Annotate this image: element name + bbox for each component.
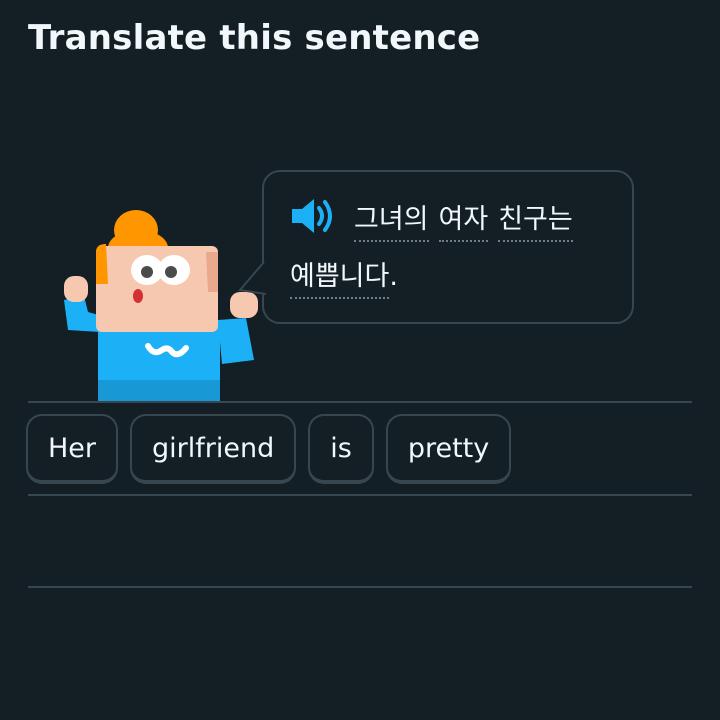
character-ear — [206, 252, 218, 292]
character-side-hair — [96, 244, 108, 284]
answer-line — [28, 586, 692, 588]
prompt-word[interactable]: 친구는 — [498, 197, 573, 242]
speech-bubble — [262, 170, 634, 324]
character-right-arm — [218, 318, 254, 364]
prompt-word[interactable]: 예쁩니다 — [290, 254, 390, 299]
answer-tiles: Her girlfriend is pretty — [26, 414, 512, 484]
character-left-hand — [64, 276, 88, 302]
character-mouth — [133, 289, 143, 303]
character-pants — [98, 380, 220, 402]
answer-line — [28, 401, 692, 403]
character-left-pupil — [141, 266, 153, 278]
word-tile[interactable]: girlfriend — [130, 414, 297, 484]
page-title: Translate this sentence — [28, 18, 481, 58]
answer-line — [28, 494, 692, 496]
prompt-word[interactable]: 여자 — [438, 197, 489, 242]
speaker-icon[interactable] — [288, 196, 336, 236]
prompt-line-2: 예쁩니다. — [290, 254, 398, 299]
prompt-punctuation: . — [389, 261, 398, 292]
character-illustration — [64, 210, 258, 402]
character-right-pupil — [165, 266, 177, 278]
word-tile[interactable]: Her — [26, 414, 119, 484]
word-tile[interactable]: is — [308, 414, 374, 484]
word-tile[interactable]: pretty — [385, 414, 512, 484]
speech-bubble-tail — [238, 262, 267, 295]
prompt-word[interactable]: 그녀의 — [354, 197, 429, 242]
prompt-line-1: 그녀의 여자 친구는 — [354, 197, 573, 242]
